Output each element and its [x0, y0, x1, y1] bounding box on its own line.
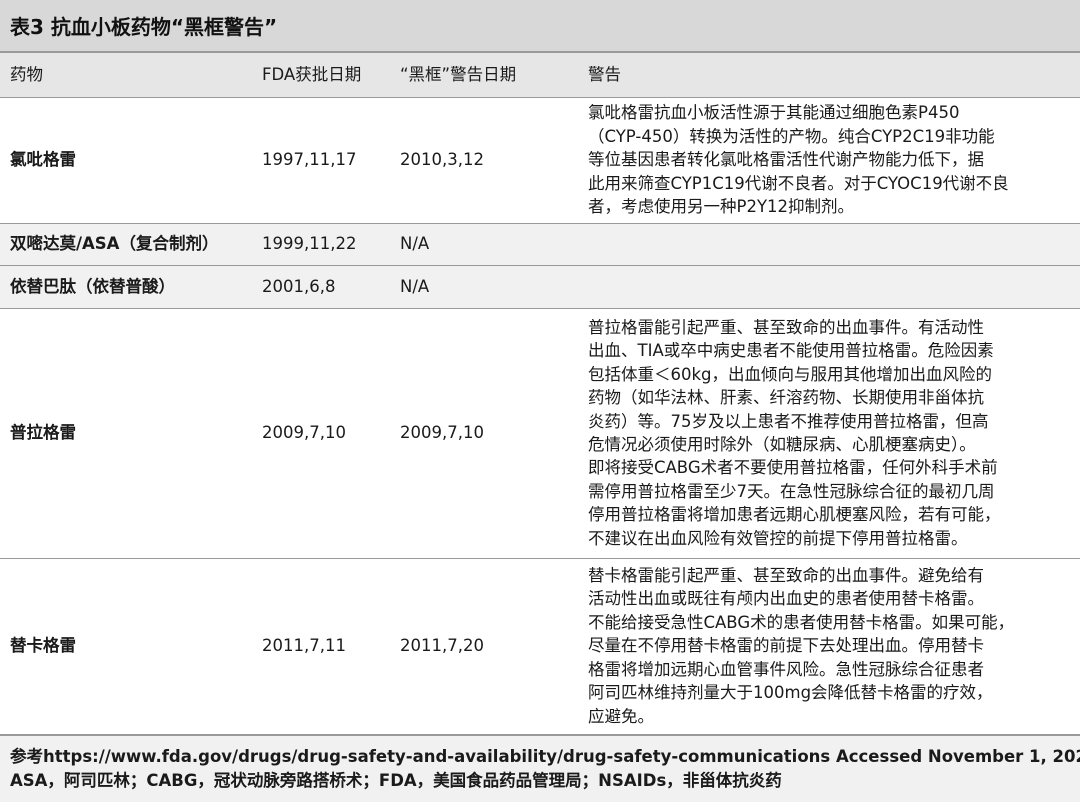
warning-text: 氯吡格雷抗血小板活性源于其能通过细胞色素P450 （CYP-450）转换为活性的… [586, 97, 1080, 223]
table-row: 替卡格雷 2011,7,11 2011,7,20 替卡格雷能引起严重、甚至致命的… [0, 558, 1080, 734]
warning-line: 氯吡格雷抗血小板活性源于其能通过细胞色素P450 [588, 103, 960, 123]
warning-line: 活动性出血或既往有颅内出血史的患者使用替卡格雷。 [588, 589, 984, 609]
warning-line: 此用来筛查CYP1C19代谢不良者。对于CYOC19代谢不良 [588, 173, 1009, 193]
warning-line: 阿司匹林维持剂量大于100mg会降低替卡格雷的疗效， [588, 683, 993, 703]
fda-date: 2009,7,10 [262, 423, 346, 443]
warning-line: 不能给接受急性CABG术的患者使用替卡格雷。如果可能， [588, 612, 1015, 632]
table-figure: 表3 抗血小板药物“黑框警告” 药物 FDA获批日期 “黑框”警告日期 警告 氯… [0, 0, 1080, 804]
table-row: 双嘧达莫/ASA（复合制剂） 1999,11,22 N/A [0, 223, 1080, 265]
header-warning: 警告 [588, 65, 621, 85]
table-header-row: 药物 FDA获批日期 “黑框”警告日期 警告 [0, 53, 1080, 97]
warning-line: 普拉格雷能引起严重、甚至致命的出血事件。有活动性 [588, 317, 984, 337]
drug-name: 替卡格雷 [10, 636, 76, 656]
header-drug: 药物 [10, 65, 43, 85]
warning-line: 尽量在不停用替卡格雷的前提下去处理出血。停用替卡 [588, 636, 984, 656]
warning-date: 2010,3,12 [400, 150, 484, 170]
table-row: 依替巴肽（依替普酸） 2001,6,8 N/A [0, 265, 1080, 308]
warning-line: 药物（如华法林、肝素、纤溶药物、长期使用非甾体抗 [588, 388, 984, 408]
warning-text [586, 223, 1080, 265]
fda-date: 1999,11,22 [262, 234, 357, 254]
header-warning-date: “黑框”警告日期 [400, 65, 517, 85]
table-title: 表3 抗血小板药物“黑框警告” [0, 0, 1080, 53]
warning-line: 需停用普拉格雷至少7天。在急性冠脉综合征的最初几周 [588, 481, 995, 501]
warning-date: N/A [400, 276, 430, 296]
warning-line: 等位基因患者转化氯吡格雷活性代谢产物能力低下，据 [588, 150, 984, 170]
warning-line: 出血、TIA或卒中病史患者不能使用普拉格雷。危险因素 [588, 341, 994, 361]
header-fda-date: FDA获批日期 [262, 65, 362, 85]
warning-line: 格雷将增加远期心血管事件风险。急性冠脉综合征患者 [588, 659, 984, 679]
footnote-reference: 参考https://www.fda.gov/drugs/drug-safety-… [10, 746, 1080, 766]
warning-date: 2009,7,10 [400, 423, 484, 443]
warning-line: 者，考虑使用另一种P2Y12抑制剂。 [588, 197, 855, 217]
warning-date: 2011,7,20 [400, 636, 484, 656]
warning-date: N/A [400, 234, 430, 254]
drug-name: 依替巴肽（依替普酸） [10, 276, 175, 296]
warning-line: 危情况必须使用时除外（如糖尿病、心肌梗塞病史）。 [588, 435, 976, 454]
table-footnote: 参考https://www.fda.gov/drugs/drug-safety-… [0, 734, 1080, 802]
warning-text: 替卡格雷能引起严重、甚至致命的出血事件。避免给有 活动性出血或既往有颅内出血史的… [586, 558, 1080, 734]
warning-text [586, 265, 1080, 308]
fda-date: 2011,7,11 [262, 636, 346, 656]
warning-line: 包括体重＜60kg，出血倾向与服用其他增加出血风险的 [588, 364, 993, 384]
warning-line: 不建议在出血风险有效管控的前提下停用普拉格雷。 [588, 528, 968, 548]
warning-line: 停用普拉格雷将增加患者远期心肌梗塞风险，若有可能， [588, 505, 1001, 525]
warning-line: 替卡格雷能引起严重、甚至致命的出血事件。避免给有 [588, 566, 984, 586]
fda-date: 1997,11,17 [262, 150, 357, 170]
drug-name: 双嘧达莫/ASA（复合制剂） [10, 234, 219, 254]
warning-line: 即将接受CABG术者不要使用普拉格雷，任何外科手术前 [588, 458, 998, 478]
warning-line: 炎药）等。75岁及以上患者不推荐使用普拉格雷，但高 [588, 411, 989, 431]
table-row: 氯吡格雷 1997,11,17 2010,3,12 氯吡格雷抗血小板活性源于其能… [0, 97, 1080, 223]
drug-name: 普拉格雷 [10, 423, 76, 443]
drug-warning-table: 药物 FDA获批日期 “黑框”警告日期 警告 氯吡格雷 1997,11,17 2… [0, 53, 1080, 735]
table-row: 普拉格雷 2009,7,10 2009,7,10 普拉格雷能引起严重、甚至致命的… [0, 308, 1080, 558]
footnote-abbreviations: ASA，阿司匹林；CABG，冠状动脉旁路搭桥术；FDA，美国食品药品管理局；NS… [10, 770, 782, 790]
fda-date: 2001,6,8 [262, 276, 336, 296]
drug-name: 氯吡格雷 [10, 150, 76, 170]
warning-text: 普拉格雷能引起严重、甚至致命的出血事件。有活动性 出血、TIA或卒中病史患者不能… [586, 308, 1080, 558]
warning-line: 应避免。 [588, 706, 654, 726]
warning-line: （CYP-450）转换为活性的产物。纯合CYP2C19非功能 [588, 126, 995, 146]
